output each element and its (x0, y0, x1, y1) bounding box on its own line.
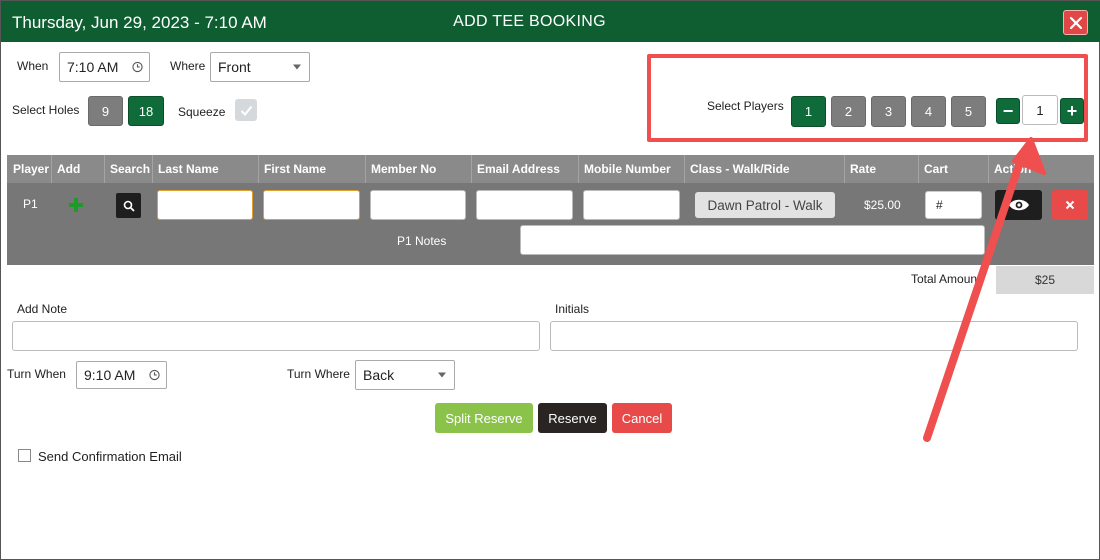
column-divider (578, 155, 579, 183)
column-divider (104, 155, 105, 183)
booking-dialog: Thursday, Jun 29, 2023 - 7:10 AM ADD TEE… (0, 0, 1100, 560)
dialog-title: ADD TEE BOOKING (453, 13, 606, 30)
column-divider (471, 155, 472, 183)
plus-icon (69, 198, 83, 212)
p1-notes-input[interactable] (520, 225, 985, 255)
column-header-add: Add (57, 162, 81, 176)
column-header-search: Search (110, 162, 151, 176)
mobile-input[interactable] (583, 190, 680, 220)
first-name-input[interactable] (263, 190, 360, 220)
column-divider (365, 155, 366, 183)
turn-where-label: Turn Where (287, 367, 350, 381)
clock-icon (132, 61, 143, 73)
column-header-rate: Rate (850, 162, 877, 176)
where-label: Where (170, 59, 206, 73)
total-amount-value: $25 (996, 266, 1094, 294)
member-no-input[interactable] (370, 190, 466, 220)
column-divider (918, 155, 919, 183)
reserve-button[interactable]: Reserve (538, 403, 607, 433)
add-note-input[interactable] (12, 321, 540, 351)
cart-input[interactable]: # (925, 191, 982, 219)
turn-when-value: 9:10 AM (84, 367, 136, 383)
column-header-cart: Cart (924, 162, 949, 176)
add-note-label: Add Note (17, 302, 68, 316)
where-select[interactable]: Front (210, 52, 310, 82)
player-id: P1 (23, 197, 38, 211)
send-confirmation-label: Send Confirmation Email (38, 449, 182, 464)
p1-notes-label: P1 Notes (397, 234, 447, 248)
squeeze-checkbox[interactable] (235, 99, 257, 121)
chevron-down-icon (293, 64, 301, 70)
eye-icon (1008, 199, 1029, 211)
initials-input[interactable] (550, 321, 1078, 351)
column-divider (51, 155, 52, 183)
when-label: When (17, 59, 49, 73)
select-holes-label: Select Holes (12, 103, 80, 117)
column-header-class: Class - Walk/Ride (690, 162, 790, 176)
check-icon (240, 105, 252, 116)
holes-18-button[interactable]: 18 (128, 96, 164, 126)
where-value: Front (218, 59, 251, 75)
search-icon (123, 200, 135, 212)
player-table-header: Player Add Search Last Name First Name M… (7, 155, 1094, 183)
column-header-mobile: Mobile Number (584, 162, 671, 176)
split-reserve-button[interactable]: Split Reserve (435, 403, 533, 433)
initials-label: Initials (555, 302, 590, 316)
when-time-input[interactable]: 7:10 AM (59, 52, 150, 82)
column-divider (258, 155, 259, 183)
turn-where-select[interactable]: Back (355, 360, 455, 390)
last-name-input[interactable] (157, 190, 253, 220)
close-button[interactable] (1063, 10, 1088, 35)
column-divider (988, 155, 989, 183)
title-bar: Thursday, Jun 29, 2023 - 7:10 AM ADD TEE… (1, 1, 1100, 42)
total-amount-label: Total Amount (911, 272, 981, 286)
close-icon (1069, 16, 1082, 29)
email-input[interactable] (476, 190, 573, 220)
search-member-button[interactable] (116, 193, 141, 218)
column-header-member-no: Member No (371, 162, 437, 176)
column-header-email: Email Address (477, 162, 560, 176)
column-header-action: Action (994, 162, 1032, 176)
annotation-highlight-box (647, 54, 1088, 142)
holes-9-button[interactable]: 9 (88, 96, 123, 126)
add-player-button[interactable] (67, 196, 87, 216)
column-header-first-name: First Name (264, 162, 327, 176)
send-confirmation-checkbox[interactable] (18, 449, 31, 462)
cancel-button[interactable]: Cancel (612, 403, 672, 433)
column-header-last-name: Last Name (158, 162, 219, 176)
turn-when-label: Turn When (7, 367, 66, 381)
column-divider (844, 155, 845, 183)
column-divider (152, 155, 153, 183)
when-time-value: 7:10 AM (67, 59, 119, 75)
column-divider (684, 155, 685, 183)
squeeze-label: Squeeze (178, 105, 226, 119)
chevron-down-icon (438, 372, 446, 378)
turn-where-value: Back (363, 367, 395, 383)
class-select-button[interactable]: Dawn Patrol - Walk (695, 192, 835, 218)
view-button[interactable] (995, 190, 1042, 220)
clock-icon (149, 369, 160, 381)
rate-value: $25.00 (864, 198, 901, 212)
turn-when-input[interactable]: 9:10 AM (76, 361, 167, 389)
column-header-player: Player (13, 162, 50, 176)
close-icon (1065, 200, 1075, 210)
delete-row-button[interactable] (1052, 190, 1088, 220)
